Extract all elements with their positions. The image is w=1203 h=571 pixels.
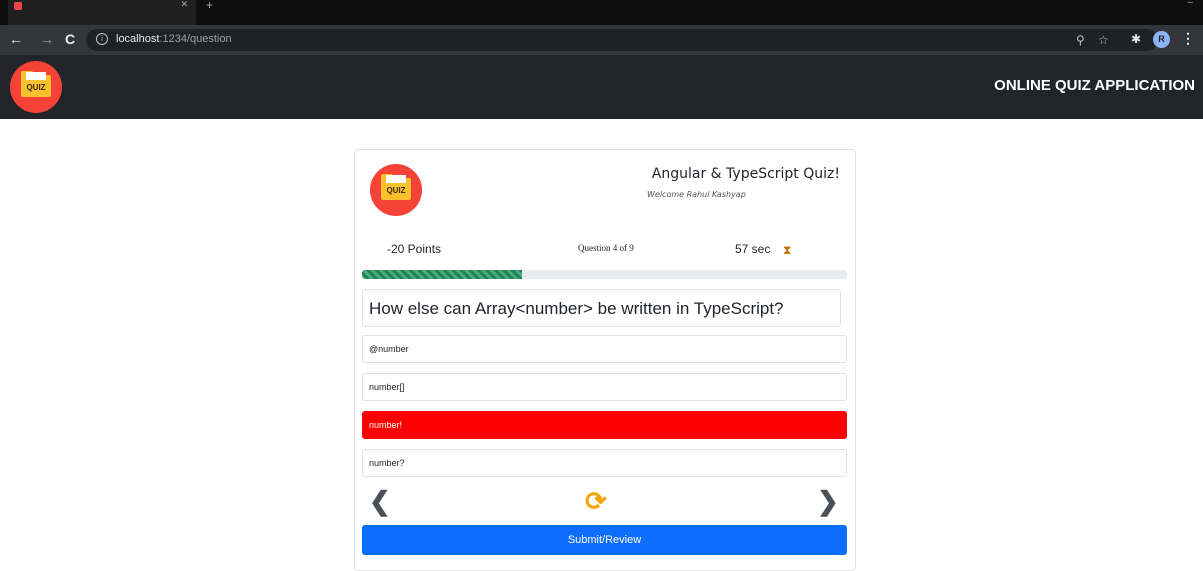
window-controls[interactable]: – <box>1187 0 1193 8</box>
url-path: :1234/question <box>159 33 232 45</box>
browser-tab[interactable]: ✕ <box>8 0 196 25</box>
timer-display: 57 sec <box>735 242 771 256</box>
answer-option[interactable]: number! <box>362 411 847 439</box>
app-logo[interactable]: QUIZ <box>10 61 62 113</box>
forward-arrow-icon[interactable]: → <box>40 31 54 47</box>
submit-review-button[interactable]: Submit/Review <box>362 525 847 555</box>
app-navbar: QUIZ ONLINE QUIZ APPLICATION <box>0 55 1203 119</box>
question-counter: Question 4 of 9 <box>578 243 634 253</box>
chevron-left-icon[interactable]: ❮ <box>369 488 391 514</box>
progress-bar-fill <box>362 270 523 279</box>
extensions-icon[interactable]: ✱ <box>1131 31 1141 47</box>
answer-option[interactable]: number? <box>362 449 847 477</box>
chevron-right-icon[interactable]: ❯ <box>817 488 839 514</box>
url-text: localhost:1234/question <box>116 33 232 45</box>
reload-icon[interactable]: C <box>65 31 75 47</box>
star-icon[interactable]: ☆ <box>1098 33 1109 47</box>
browser-tab-bar: ✕ + – <box>0 0 1203 25</box>
tab-close-icon[interactable]: ✕ <box>180 0 188 11</box>
refresh-icon[interactable]: ⟳ <box>585 488 607 514</box>
address-bar[interactable]: i localhost:1234/question ⚲ ☆ <box>86 29 1158 51</box>
menu-icon[interactable]: ⋮ <box>1181 30 1195 47</box>
quiz-card: QUIZ Angular & TypeScript Quiz! Welcome … <box>354 149 856 571</box>
welcome-text: Welcome Rahul Kashyap <box>647 190 746 199</box>
progress-bar <box>362 270 847 279</box>
answer-option[interactable]: number[] <box>362 373 847 401</box>
logo-text: QUIZ <box>26 83 46 92</box>
points-display: -20 Points <box>387 242 442 256</box>
tab-favicon-icon <box>14 2 22 10</box>
profile-avatar[interactable]: R <box>1153 31 1170 48</box>
card-logo: QUIZ <box>370 164 422 216</box>
logo-text: QUIZ <box>386 186 406 195</box>
answer-option[interactable]: @number <box>362 335 847 363</box>
info-icon[interactable]: i <box>96 33 108 45</box>
quiz-title: Angular & TypeScript Quiz! <box>651 166 840 182</box>
question-text: How else can Array<number> be written in… <box>362 289 841 327</box>
new-tab-icon[interactable]: + <box>206 0 213 12</box>
hourglass-icon: ⧗ <box>783 243 792 257</box>
browser-toolbar: ← → C i localhost:1234/question ⚲ ☆ ✱ R … <box>0 25 1203 55</box>
quiz-logo-icon: QUIZ <box>10 61 62 113</box>
back-arrow-icon[interactable]: ← <box>9 31 23 47</box>
zoom-icon[interactable]: ⚲ <box>1076 33 1085 47</box>
url-host: localhost <box>116 33 160 45</box>
app-title: ONLINE QUIZ APPLICATION <box>994 77 1195 94</box>
quiz-logo-icon: QUIZ <box>370 164 422 216</box>
